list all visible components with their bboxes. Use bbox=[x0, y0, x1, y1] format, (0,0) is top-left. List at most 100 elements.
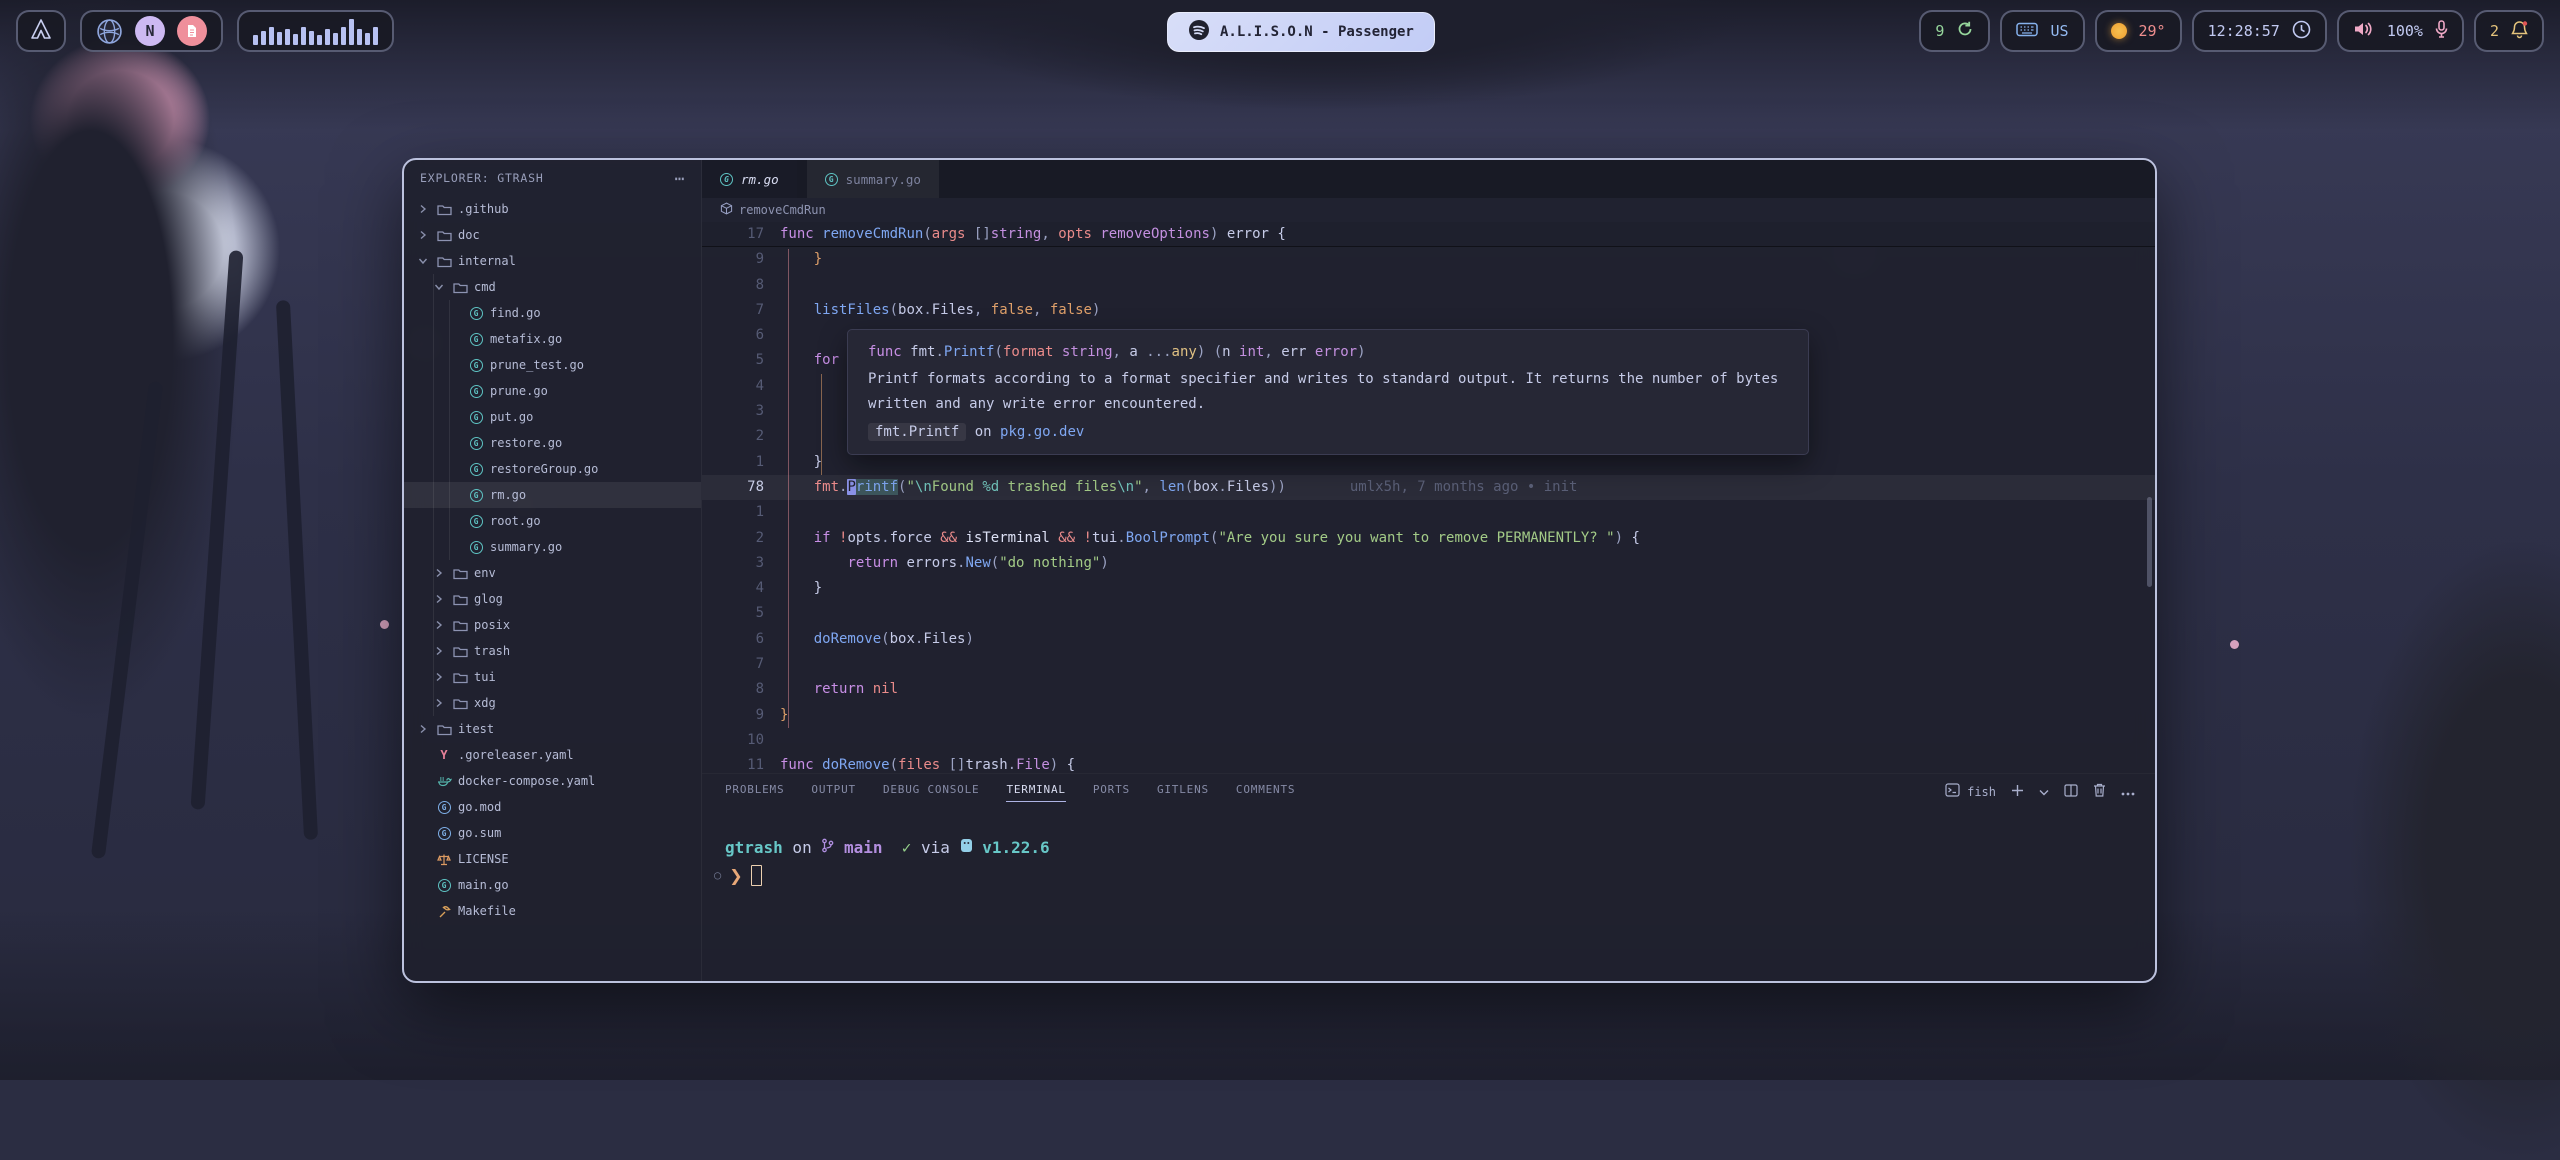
notification-count: 2 bbox=[2490, 22, 2499, 40]
cava-bars-icon bbox=[253, 17, 378, 45]
tree-item-tui[interactable]: tui bbox=[404, 664, 701, 690]
chevron-right-icon bbox=[434, 594, 444, 604]
editor-scrollbar[interactable] bbox=[2147, 497, 2152, 587]
volume-widget[interactable]: 100% bbox=[2337, 10, 2464, 52]
tree-item-internal[interactable]: internal bbox=[404, 248, 701, 274]
tree-item-label: summary.go bbox=[490, 540, 562, 554]
clock-widget[interactable]: 12:28:57 bbox=[2192, 10, 2327, 52]
chevron-right-icon bbox=[434, 698, 444, 708]
tree-item-label: rm.go bbox=[490, 488, 526, 502]
tree-item-label: .goreleaser.yaml bbox=[458, 748, 574, 762]
line-number: 7 bbox=[702, 652, 780, 677]
terminal-shell-selector[interactable]: fish bbox=[1945, 783, 1996, 800]
terminal-prompt: gtrash on main ✓ via v1.22.6 bbox=[714, 835, 2155, 860]
code-line: 78 fmt.Printf("\nFound %d trashed files\… bbox=[702, 475, 2155, 500]
tree-item-trash[interactable]: trash bbox=[404, 638, 701, 664]
folder-icon bbox=[453, 593, 468, 606]
tree-item-label: restore.go bbox=[490, 436, 562, 450]
tree-item-glog[interactable]: glog bbox=[404, 586, 701, 612]
media-title: A.L.I.S.O.N - Passenger bbox=[1220, 24, 1414, 40]
notes-icon[interactable]: N bbox=[135, 16, 165, 46]
split-terminal-icon[interactable] bbox=[2064, 784, 2078, 800]
layout-label: US bbox=[2050, 22, 2068, 40]
go-file-icon: G bbox=[720, 173, 733, 186]
audio-visualizer[interactable] bbox=[237, 10, 394, 52]
code-line: 5 bbox=[702, 601, 2155, 626]
tree-item-doc[interactable]: doc bbox=[404, 222, 701, 248]
tree-item-itest[interactable]: itest bbox=[404, 716, 701, 742]
terminal-icon bbox=[1945, 783, 1960, 800]
panel-tab-output[interactable]: OUTPUT bbox=[811, 783, 856, 802]
tooltip-link-pre: on bbox=[966, 424, 1000, 440]
tree-item-label: root.go bbox=[490, 514, 541, 528]
code-editor[interactable]: 17func removeCmdRun(args []string, opts … bbox=[702, 222, 2155, 773]
line-number: 6 bbox=[702, 627, 780, 652]
panel-tab-ports[interactable]: PORTS bbox=[1093, 783, 1130, 802]
tree-item-cmd[interactable]: cmd bbox=[404, 274, 701, 300]
kill-terminal-icon[interactable] bbox=[2093, 783, 2106, 800]
keyboard-layout-widget[interactable]: US bbox=[2000, 10, 2084, 52]
prompt-status-circle: ○ bbox=[714, 863, 721, 888]
more-actions-icon[interactable] bbox=[2121, 785, 2135, 799]
explorer-more-actions[interactable]: ⋯ bbox=[675, 169, 685, 188]
line-number: 8 bbox=[702, 677, 780, 702]
breadcrumb[interactable]: removeCmdRun bbox=[702, 198, 2155, 222]
tree-item-main.go[interactable]: Gmain.go bbox=[404, 872, 701, 898]
indent-guide bbox=[788, 249, 789, 728]
line-number: 7 bbox=[702, 298, 780, 323]
new-terminal-icon[interactable] bbox=[2011, 784, 2024, 800]
tree-item-label: prune.go bbox=[490, 384, 548, 398]
panel-tab-terminal[interactable]: TERMINAL bbox=[1006, 783, 1065, 802]
terminal-cursor bbox=[751, 865, 762, 886]
tab-summary.go[interactable]: Gsummary.go bbox=[807, 160, 939, 198]
sticky-code-line: 17func removeCmdRun(args []string, opts … bbox=[702, 222, 2155, 247]
panel-tab-gitlens[interactable]: GITLENS bbox=[1157, 783, 1209, 802]
tree-item-label: prune_test.go bbox=[490, 358, 584, 372]
tree-item-label: Makefile bbox=[458, 904, 516, 918]
tree-item-env[interactable]: env bbox=[404, 560, 701, 586]
arch-logo-icon bbox=[29, 18, 53, 44]
launcher-button[interactable] bbox=[16, 10, 66, 52]
folder-icon bbox=[453, 645, 468, 658]
line-number: 1 bbox=[702, 500, 780, 525]
tree-item-LICENSE[interactable]: LICENSE bbox=[404, 846, 701, 872]
terminal-dropdown-icon[interactable] bbox=[2039, 785, 2049, 799]
tree-item-xdg[interactable]: xdg bbox=[404, 690, 701, 716]
notifications-widget[interactable]: 2 bbox=[2474, 10, 2544, 52]
chevron-right-icon bbox=[418, 230, 428, 240]
keyboard-icon bbox=[2016, 22, 2038, 41]
line-number: 9 bbox=[702, 703, 780, 728]
microphone-icon bbox=[2435, 20, 2448, 43]
line-number: 2 bbox=[702, 424, 780, 449]
tooltip-symbol-chip: fmt.Printf bbox=[868, 423, 966, 441]
refresh-icon bbox=[1956, 20, 1974, 42]
go-module-icon: G bbox=[438, 801, 451, 814]
tree-item-docker-compose.yaml[interactable]: docker-compose.yaml bbox=[404, 768, 701, 794]
chevron-right-icon bbox=[418, 204, 428, 214]
code-line: 10 bbox=[702, 728, 2155, 753]
panel-tab-problems[interactable]: PROBLEMS bbox=[725, 783, 784, 802]
chevron-down-icon bbox=[434, 282, 444, 292]
tree-item-.github[interactable]: .github bbox=[404, 196, 701, 222]
tree-item-go.mod[interactable]: Ggo.mod bbox=[404, 794, 701, 820]
tab-rm.go[interactable]: Grm.go bbox=[702, 160, 797, 198]
tree-item-go.sum[interactable]: Ggo.sum bbox=[404, 820, 701, 846]
panel-tab-debug-console[interactable]: DEBUG CONSOLE bbox=[883, 783, 980, 802]
indent-guide bbox=[433, 274, 434, 716]
go-file-icon: G bbox=[470, 359, 483, 372]
chevron-down-icon bbox=[418, 256, 428, 266]
tree-item-.goreleaser.yaml[interactable]: Y.goreleaser.yaml bbox=[404, 742, 701, 768]
updates-widget[interactable]: 9 bbox=[1919, 10, 1990, 52]
go-module-icon: G bbox=[438, 827, 451, 840]
media-widget[interactable]: A.L.I.S.O.N - Passenger bbox=[1167, 12, 1435, 52]
editor-tab-bar: Grm.go Gsummary.go bbox=[702, 160, 2155, 198]
panel-tab-comments[interactable]: COMMENTS bbox=[1236, 783, 1295, 802]
weather-widget[interactable]: 29° bbox=[2095, 10, 2182, 52]
tree-item-label: .github bbox=[458, 202, 509, 216]
tree-item-Makefile[interactable]: Makefile bbox=[404, 898, 701, 924]
document-icon[interactable] bbox=[177, 16, 207, 46]
tree-item-posix[interactable]: posix bbox=[404, 612, 701, 638]
browser-icon[interactable] bbox=[96, 18, 123, 45]
terminal[interactable]: gtrash on main ✓ via v1.22.6 ○ ❯ bbox=[702, 835, 2155, 888]
pkg-go-dev-link[interactable]: pkg.go.dev bbox=[1000, 424, 1084, 440]
